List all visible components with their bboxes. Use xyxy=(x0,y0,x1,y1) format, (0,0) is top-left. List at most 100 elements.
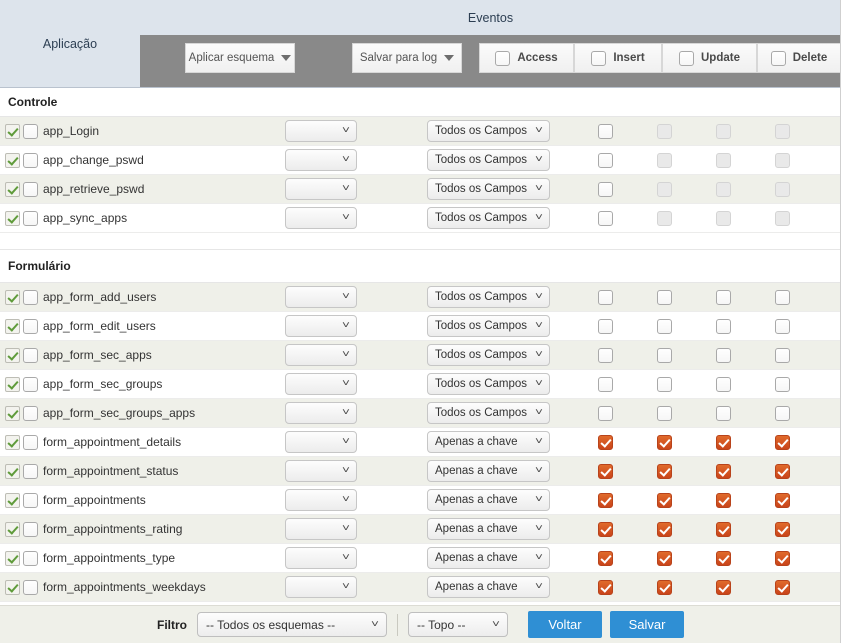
scheme-filter-select[interactable]: -- Todos os esquemas -- ˅ xyxy=(197,612,387,637)
row-select-checkbox[interactable] xyxy=(23,123,38,139)
insert-checkbox[interactable] xyxy=(657,289,672,305)
row-select-checkbox[interactable] xyxy=(23,434,38,450)
fields-select[interactable]: Apenas a chave ˅ xyxy=(427,547,550,569)
insert-checkbox[interactable] xyxy=(657,550,672,566)
row-select-checkbox[interactable] xyxy=(23,579,38,595)
back-button[interactable]: Voltar xyxy=(528,611,602,638)
row-select-checkbox[interactable] xyxy=(23,463,38,479)
row-select-checkbox[interactable] xyxy=(23,289,38,305)
header-toggle-delete[interactable]: Delete xyxy=(757,43,840,73)
update-checkbox[interactable] xyxy=(716,289,731,305)
insert-checkbox[interactable] xyxy=(657,347,672,363)
insert-checkbox[interactable] xyxy=(657,579,672,595)
update-header-checkbox[interactable] xyxy=(679,50,694,66)
fields-select[interactable]: Todos os Campos ˅ xyxy=(427,149,550,171)
scheme-select[interactable]: ˅ xyxy=(285,344,357,366)
header-toggle-insert[interactable]: Insert xyxy=(574,43,662,73)
delete-checkbox[interactable] xyxy=(775,405,790,421)
scheme-select[interactable]: ˅ xyxy=(285,431,357,453)
scheme-select[interactable]: ˅ xyxy=(285,120,357,142)
access-checkbox[interactable] xyxy=(597,318,613,334)
scheme-select[interactable]: ˅ xyxy=(285,286,357,308)
insert-checkbox[interactable] xyxy=(657,521,672,537)
position-filter-select[interactable]: -- Topo -- ˅ xyxy=(408,612,508,637)
update-checkbox[interactable] xyxy=(716,492,731,508)
fields-select[interactable]: Todos os Campos ˅ xyxy=(427,207,550,229)
access-checkbox[interactable] xyxy=(597,376,613,392)
save-to-log-button[interactable]: Salvar para log xyxy=(352,43,462,73)
row-select-checkbox[interactable] xyxy=(23,405,38,421)
delete-checkbox[interactable] xyxy=(775,550,790,566)
insert-checkbox[interactable] xyxy=(657,463,672,479)
access-checkbox[interactable] xyxy=(597,463,613,479)
access-checkbox[interactable] xyxy=(597,434,613,450)
access-checkbox[interactable] xyxy=(597,210,613,226)
delete-checkbox[interactable] xyxy=(775,521,790,537)
insert-checkbox[interactable] xyxy=(657,492,672,508)
update-checkbox[interactable] xyxy=(716,376,731,392)
fields-select[interactable]: Todos os Campos ˅ xyxy=(427,178,550,200)
scheme-select[interactable]: ˅ xyxy=(285,460,357,482)
row-select-checkbox[interactable] xyxy=(23,152,38,168)
fields-select[interactable]: Todos os Campos ˅ xyxy=(427,120,550,142)
delete-checkbox[interactable] xyxy=(775,463,790,479)
delete-checkbox[interactable] xyxy=(775,376,790,392)
row-select-checkbox[interactable] xyxy=(23,210,38,226)
insert-checkbox[interactable] xyxy=(657,318,672,334)
access-checkbox[interactable] xyxy=(597,492,613,508)
apply-scheme-button[interactable]: Aplicar esquema xyxy=(185,43,295,73)
update-checkbox[interactable] xyxy=(716,579,731,595)
fields-select[interactable]: Apenas a chave ˅ xyxy=(427,518,550,540)
fields-select[interactable]: Apenas a chave ˅ xyxy=(427,489,550,511)
update-checkbox[interactable] xyxy=(716,347,731,363)
fields-select[interactable]: Todos os Campos ˅ xyxy=(427,373,550,395)
scheme-select[interactable]: ˅ xyxy=(285,373,357,395)
access-checkbox[interactable] xyxy=(597,579,613,595)
delete-checkbox[interactable] xyxy=(775,492,790,508)
scheme-select[interactable]: ˅ xyxy=(285,178,357,200)
access-checkbox[interactable] xyxy=(597,152,613,168)
fields-select[interactable]: Apenas a chave ˅ xyxy=(427,431,550,453)
row-select-checkbox[interactable] xyxy=(23,550,38,566)
insert-header-checkbox[interactable] xyxy=(591,50,607,66)
access-checkbox[interactable] xyxy=(597,347,613,363)
update-checkbox[interactable] xyxy=(716,318,731,334)
header-toggle-access[interactable]: Access xyxy=(479,43,574,73)
access-checkbox[interactable] xyxy=(597,405,613,421)
scheme-select[interactable]: ˅ xyxy=(285,489,357,511)
update-checkbox[interactable] xyxy=(716,463,731,479)
fields-select[interactable]: Todos os Campos ˅ xyxy=(427,315,550,337)
scheme-select[interactable]: ˅ xyxy=(285,402,357,424)
scheme-select[interactable]: ˅ xyxy=(285,149,357,171)
row-select-checkbox[interactable] xyxy=(23,181,38,197)
insert-checkbox[interactable] xyxy=(657,434,672,450)
delete-header-checkbox[interactable] xyxy=(770,50,786,66)
scheme-select[interactable]: ˅ xyxy=(285,518,357,540)
access-checkbox[interactable] xyxy=(597,289,613,305)
delete-checkbox[interactable] xyxy=(775,434,790,450)
update-checkbox[interactable] xyxy=(716,405,731,421)
save-button[interactable]: Salvar xyxy=(610,611,684,638)
fields-select[interactable]: Todos os Campos ˅ xyxy=(427,402,550,424)
fields-select[interactable]: Apenas a chave ˅ xyxy=(427,576,550,598)
fields-select[interactable]: Apenas a chave ˅ xyxy=(427,460,550,482)
fields-select[interactable]: Todos os Campos ˅ xyxy=(427,286,550,308)
delete-checkbox[interactable] xyxy=(775,289,790,305)
delete-checkbox[interactable] xyxy=(775,318,790,334)
access-checkbox[interactable] xyxy=(597,521,613,537)
row-select-checkbox[interactable] xyxy=(23,492,38,508)
access-checkbox[interactable] xyxy=(597,123,613,139)
fields-select[interactable]: Todos os Campos ˅ xyxy=(427,344,550,366)
update-checkbox[interactable] xyxy=(716,550,731,566)
row-select-checkbox[interactable] xyxy=(23,347,38,363)
delete-checkbox[interactable] xyxy=(775,579,790,595)
row-select-checkbox[interactable] xyxy=(23,318,38,334)
scheme-select[interactable]: ˅ xyxy=(285,315,357,337)
access-checkbox[interactable] xyxy=(597,181,613,197)
scheme-select[interactable]: ˅ xyxy=(285,547,357,569)
row-select-checkbox[interactable] xyxy=(23,521,38,537)
insert-checkbox[interactable] xyxy=(657,376,672,392)
access-header-checkbox[interactable] xyxy=(495,50,511,66)
update-checkbox[interactable] xyxy=(716,434,731,450)
header-toggle-update[interactable]: Update xyxy=(662,43,757,73)
